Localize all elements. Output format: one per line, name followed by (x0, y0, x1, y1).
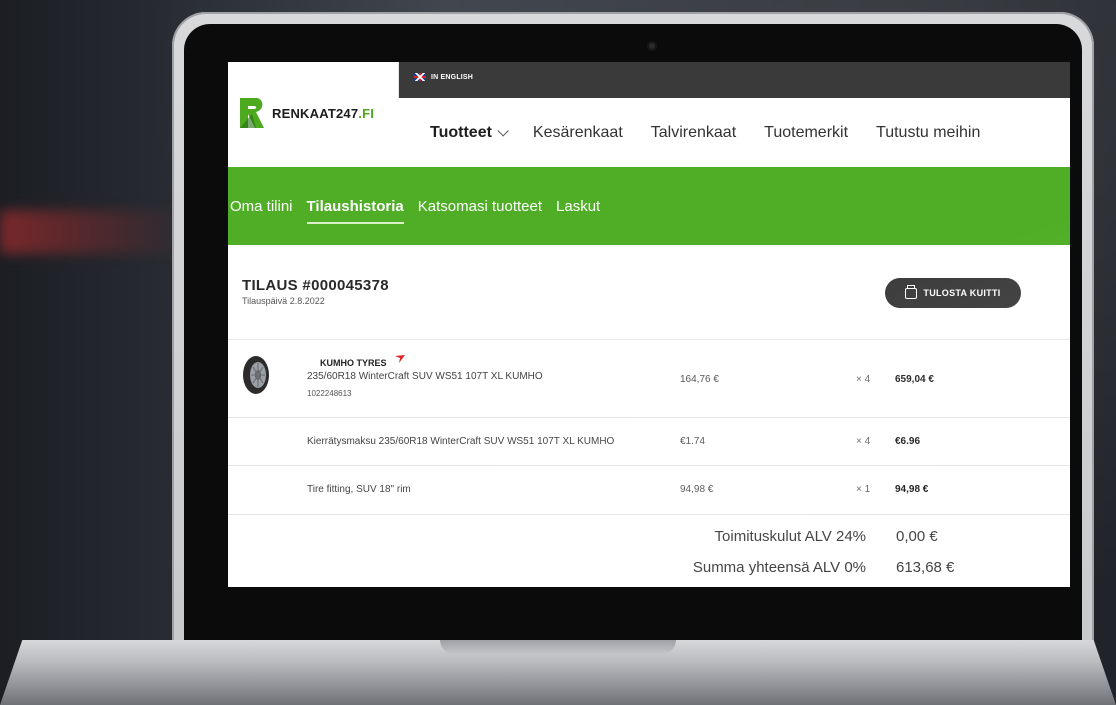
brand-wordmark: RENKAAT247.FI (272, 106, 374, 121)
webcam-icon (647, 41, 657, 51)
language-switch-label: IN ENGLISH (431, 73, 474, 81)
divider (228, 339, 1070, 340)
chevron-down-icon (497, 124, 509, 137)
nav-item-tutustu-meihin[interactable]: Tutustu meihin (862, 124, 994, 142)
product-brand: KUMHO TYRES (320, 358, 387, 368)
renkaat-logo-icon (240, 98, 264, 128)
line-description: Tire fitting, SUV 18" rim (307, 484, 411, 495)
nav-item-tuotemerkit[interactable]: Tuotemerkit (750, 124, 862, 142)
tab-katsomasi-tuotteet[interactable]: Katsomasi tuotteet (411, 198, 549, 215)
unit-price: 94,98 € (680, 484, 714, 495)
unit-price: €1.74 (680, 436, 706, 447)
line-total: 94,98 € (895, 484, 929, 495)
top-utility-bar (398, 62, 1070, 98)
product-name[interactable]: 235/60R18 WinterCraft SUV WS51 107T XL K… (307, 371, 543, 382)
laptop-hinge-notch (440, 640, 676, 654)
logo-area: RENKAAT247.FI (228, 62, 399, 167)
quantity: × 1 (856, 484, 871, 495)
tab-laskut[interactable]: Laskut (549, 198, 607, 215)
nav-item-talvirenkaat[interactable]: Talvirenkaat (637, 124, 750, 142)
laptop-screen: IN ENGLISH RENKAAT247.FI Tuotteet Kesäre… (228, 62, 1070, 587)
brand-name: RENKAAT247 (272, 105, 359, 121)
brand-suffix: .FI (358, 105, 375, 121)
divider (228, 465, 1070, 466)
divider (228, 417, 1070, 418)
line-total: 659,04 € (895, 374, 934, 385)
print-receipt-label: TULOSTA KUITTI (923, 288, 1001, 298)
quantity: × 4 (856, 374, 871, 385)
line-description: Kierrätysmaksu 235/60R18 WinterCraft SUV… (307, 436, 615, 447)
nav-item-kesarenkaat[interactable]: Kesärenkaat (519, 124, 637, 142)
line-total: €6.96 (895, 436, 921, 447)
background-light-streak (0, 210, 190, 254)
shipping-cost-label: Toimituskulut ALV 24% (714, 528, 866, 545)
total-value: 613,68 € (896, 559, 955, 576)
nav-item-tuotteet[interactable]: Tuotteet (398, 124, 519, 142)
nav-item-label: Tuotteet (430, 123, 492, 141)
printer-icon (905, 284, 918, 299)
order-title: TILAUS #000045378 (242, 277, 389, 294)
tab-tilaushistoria[interactable]: Tilaushistoria (300, 198, 411, 224)
main-navigation: Tuotteet Kesärenkaat Talvirenkaat Tuotem… (398, 98, 1070, 168)
tab-oma-tilini[interactable]: Oma tilini (228, 198, 300, 215)
divider (228, 514, 1070, 515)
language-switch[interactable]: IN ENGLISH (414, 73, 473, 81)
order-date: Tilauspäivä 2.8.2022 (242, 296, 325, 306)
order-header: TILAUS #000045378 Tilauspäivä 2.8.2022 (242, 277, 389, 306)
account-navigation: Oma tilini Tilaushistoria Katsomasi tuot… (228, 167, 1070, 245)
print-receipt-button[interactable]: TULOSTA KUITTI (885, 278, 1021, 308)
product-sku: 1022248613 (307, 389, 352, 398)
shipping-cost-value: 0,00 € (896, 528, 938, 545)
uk-flag-icon (414, 73, 426, 81)
kumho-logo-icon (395, 355, 405, 363)
quantity: × 4 (856, 436, 871, 447)
site-logo[interactable]: RENKAAT247.FI (238, 96, 374, 130)
total-label: Summa yhteensä ALV 0% (692, 559, 866, 576)
unit-price: 164,76 € (680, 374, 719, 385)
tire-product-image (243, 356, 269, 394)
